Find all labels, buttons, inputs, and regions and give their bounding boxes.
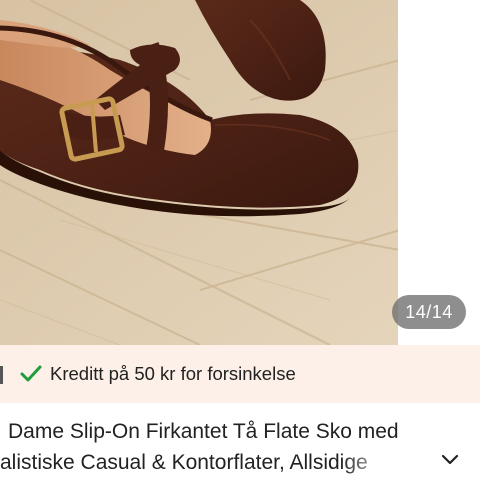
chevron-down-icon	[441, 453, 459, 471]
gallery-edge	[398, 0, 480, 345]
credit-text: Kreditt på 50 kr for forsinkelse	[50, 363, 296, 384]
expand-title-button[interactable]	[436, 450, 464, 474]
product-title: Dame Slip-On Firkantet Tå Flate Sko med …	[0, 416, 440, 478]
product-title-line-2: alistiske Casual & Kontorflater, Allsidi…	[0, 451, 368, 474]
product-image-gallery[interactable]: 14/14	[0, 0, 480, 345]
image-counter: 14/14	[392, 295, 466, 329]
credit-banner[interactable]: Kreditt på 50 kr for forsinkelse	[0, 345, 480, 403]
product-title-line-1: Dame Slip-On Firkantet Tå Flate Sko med	[8, 420, 399, 443]
banner-edge	[0, 366, 3, 384]
check-icon	[20, 364, 42, 384]
